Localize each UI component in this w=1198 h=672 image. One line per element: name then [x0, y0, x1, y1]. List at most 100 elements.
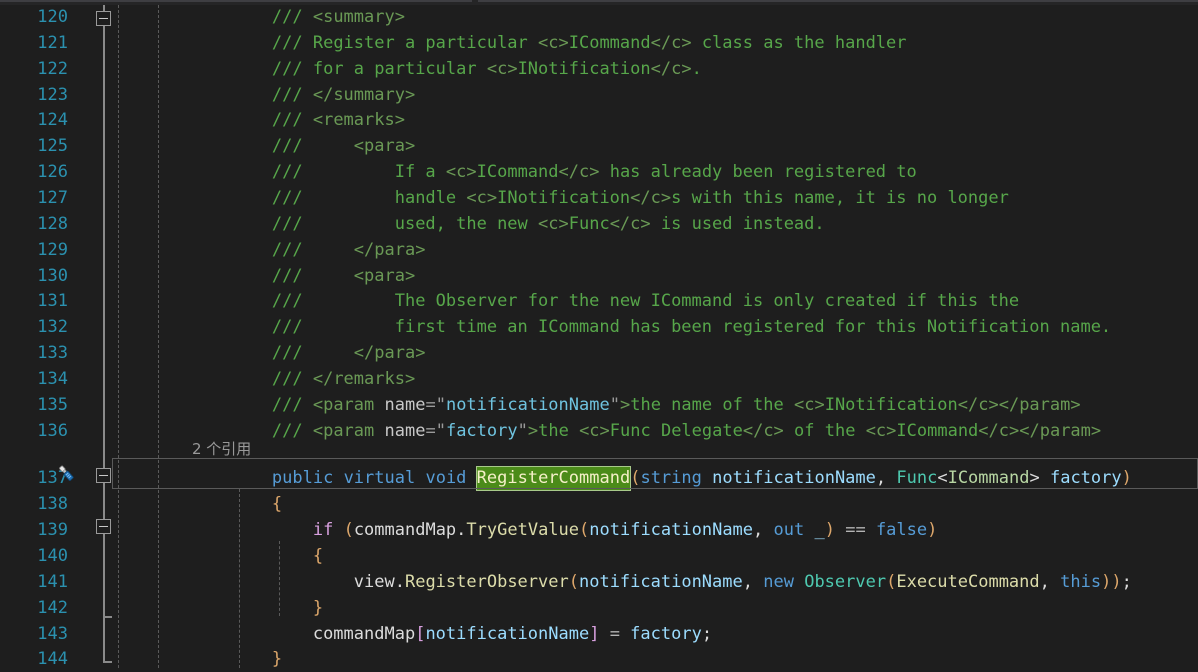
code-token: " [435, 420, 446, 441]
line-content[interactable]: /// for a particular <c>INotification</c… [190, 56, 702, 82]
line-content[interactable]: commandMap[notificationName] = factory; [190, 621, 712, 647]
code-line[interactable]: 130 /// <para> [0, 263, 1198, 289]
line-content[interactable]: /// first time an ICommand has been regi… [190, 314, 1111, 340]
fold-toggle-120[interactable] [96, 11, 111, 26]
line-content[interactable]: /// <param name="notificationName">the n… [190, 392, 1081, 418]
line-content[interactable]: if (commandMap.TryGetValue(notificationN… [190, 517, 938, 543]
line-content[interactable]: } [190, 646, 282, 672]
code-token: factory [1049, 468, 1122, 489]
code-line[interactable]: 139 if (commandMap.TryGetValue(notificat… [0, 517, 1198, 543]
code-token: , [742, 571, 764, 592]
line-content[interactable]: { [190, 543, 323, 569]
fold-toggle-137[interactable] [96, 468, 111, 483]
line-content[interactable]: /// Register a particular <c>ICommand</c… [190, 30, 907, 56]
code-line[interactable]: 144 } [0, 646, 1198, 672]
code-line[interactable]: 137 public virtual void RegisterCommand(… [0, 465, 1198, 492]
line-number: 131 [37, 291, 68, 312]
scrollbar-segment-mid[interactable] [478, 0, 1198, 2]
line-content[interactable]: } [190, 595, 323, 621]
code-token: handle [312, 187, 467, 208]
code-editor[interactable]: 120 /// <summary> 121 /// Register a part… [0, 4, 1198, 669]
code-token: = [599, 623, 631, 644]
line-content[interactable]: view.RegisterObserver(notificationName, … [190, 569, 1132, 595]
code-line[interactable]: 126 /// If a <c>ICommand</c> has already… [0, 159, 1198, 185]
code-token: )) [1101, 571, 1122, 592]
scrollbar-segment-left[interactable] [0, 0, 472, 2]
code-line[interactable]: 120 /// <summary> [0, 4, 1198, 30]
code-token: } [271, 649, 283, 670]
line-number: 130 [37, 265, 68, 286]
line-content[interactable]: { [190, 491, 282, 517]
code-line[interactable]: 140 { [0, 543, 1198, 569]
line-content[interactable]: /// <param name="factory">the <c>Func De… [190, 418, 1101, 444]
line-content[interactable]: /// The Observer for the new ICommand is… [190, 288, 1019, 314]
code-token: first time an ICommand has been register… [312, 317, 1112, 338]
line-content[interactable]: /// used, the new <c>Func</c> is used in… [190, 211, 825, 237]
code-line[interactable]: 125 /// <para> [0, 133, 1198, 159]
code-line[interactable]: 135 /// <param name="notificationName">t… [0, 392, 1198, 418]
line-content[interactable]: /// <para> [190, 263, 415, 289]
code-line[interactable]: 141 view.RegisterObserver(notificationNa… [0, 569, 1198, 595]
screwdriver-icon[interactable] [56, 463, 78, 485]
code-token: TryGetValue [466, 520, 580, 541]
codelens-reference-count[interactable]: 2 个引用 [192, 438, 251, 460]
line-content[interactable]: /// <para> [190, 133, 415, 159]
code-token: <summary> [312, 7, 405, 27]
code-token: string [640, 468, 702, 489]
line-content[interactable]: /// </summary> [190, 82, 415, 108]
code-line[interactable]: 138 { [0, 491, 1198, 517]
code-token: /// [271, 58, 313, 79]
line-content[interactable]: /// </para> [190, 340, 426, 366]
line-content[interactable]: public virtual void RegisterCommand(stri… [190, 465, 1132, 492]
highlighted-symbol[interactable]: RegisterCommand [475, 466, 632, 492]
code-token: " [435, 394, 446, 415]
code-line[interactable]: 128 /// used, the new <c>Func</c> is use… [0, 211, 1198, 237]
code-token: the [538, 420, 580, 441]
code-token: } [312, 597, 324, 618]
code-line[interactable]: 127 /// handle <c>INotification</c>s wit… [0, 185, 1198, 211]
line-content[interactable]: /// <summary> [190, 4, 405, 30]
code-token: /// [271, 84, 313, 105]
code-token: <param [312, 420, 385, 441]
code-line[interactable]: 134 /// </remarks> [0, 366, 1198, 392]
code-token: /// [271, 239, 313, 260]
code-token: <c> [793, 394, 825, 415]
line-content[interactable]: /// </remarks> [190, 366, 415, 392]
line-content[interactable]: /// If a <c>ICommand</c> has already bee… [190, 159, 917, 185]
code-line[interactable]: 143 commandMap[notificationName] = facto… [0, 621, 1198, 647]
code-token: /// [271, 7, 313, 27]
code-line[interactable]: 131 /// The Observer for the new IComman… [0, 288, 1198, 314]
code-line[interactable]: 121 /// Register a particular <c>IComman… [0, 30, 1198, 56]
code-token: <remarks> [312, 110, 405, 131]
code-line[interactable]: 133 /// </para> [0, 340, 1198, 366]
line-number: 144 [37, 649, 68, 670]
line-number: 120 [37, 7, 68, 27]
line-content[interactable]: /// <remarks> [190, 107, 405, 133]
code-token: this [1060, 571, 1102, 592]
code-line[interactable]: 122 /// for a particular <c>INotificatio… [0, 56, 1198, 82]
line-content[interactable]: /// </para> [190, 237, 426, 263]
line-number: 133 [37, 343, 68, 364]
code-line[interactable]: 124 /// <remarks> [0, 107, 1198, 133]
code-line[interactable]: 132 /// first time an ICommand has been … [0, 314, 1198, 340]
fold-toggle-139[interactable] [96, 519, 111, 534]
code-line[interactable]: 136 /// <param name="factory">the <c>Fun… [0, 418, 1198, 444]
code-line[interactable]: 142 } [0, 595, 1198, 621]
line-content[interactable]: /// handle <c>INotification</c>s with th… [190, 185, 1009, 211]
code-token: , [875, 468, 897, 489]
code-token: /// [271, 265, 313, 286]
code-line[interactable]: 123 /// </summary> [0, 82, 1198, 108]
code-line[interactable]: 129 /// </para> [0, 237, 1198, 263]
code-token: commandMap [312, 623, 416, 644]
